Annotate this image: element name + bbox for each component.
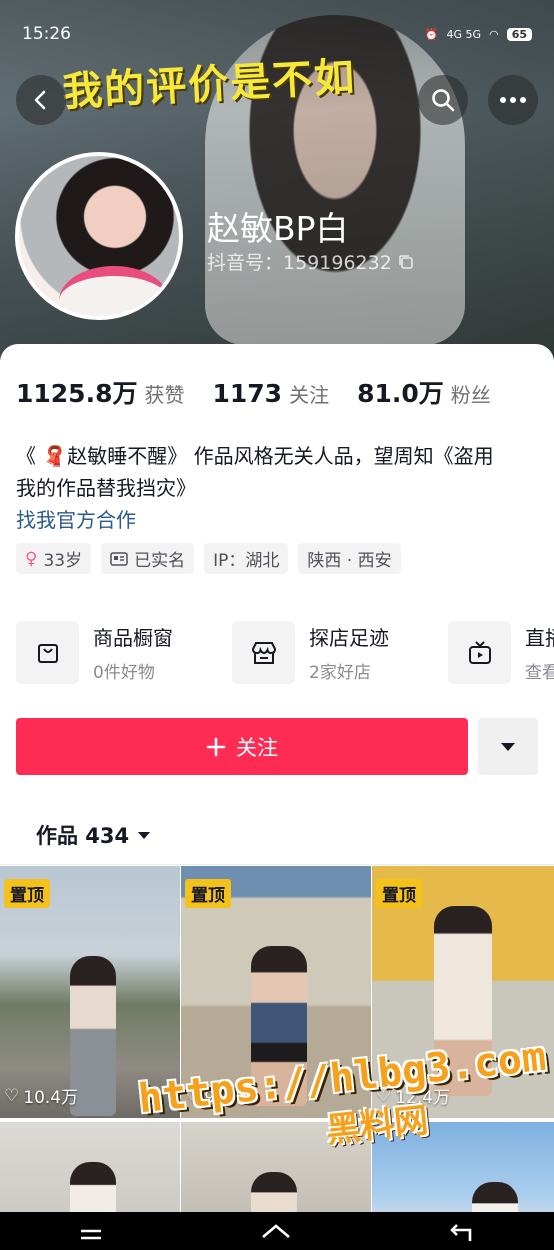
video-tile[interactable]: 置顶 ♡ 9.9万 (181, 866, 371, 1118)
chevron-left-icon (34, 90, 46, 110)
video-likes: ♡ 12.4万 (376, 1085, 451, 1109)
ip-tag: IP：湖北 (204, 543, 289, 574)
douyin-id[interactable]: 抖音号：159196232 (207, 248, 414, 275)
search-button[interactable] (418, 75, 468, 125)
avatar[interactable] (15, 152, 183, 320)
pinned-badge: 置顶 (185, 879, 231, 908)
bag-icon (37, 643, 58, 663)
followers-count[interactable]: 81.0万 (357, 374, 444, 410)
network-indicator: 4G 5G (446, 27, 482, 41)
more-actions-dropdown[interactable] (478, 718, 538, 775)
live-entry[interactable]: 直播查看 (448, 621, 554, 684)
works-tab[interactable]: 作品 434 (36, 820, 151, 850)
bio-text: 《 🧣赵敏睡不醒》 作品风格无关人品，望周知《盗用 我的作品替我挡灾》 (16, 444, 494, 500)
search-icon (432, 89, 455, 112)
copy-icon[interactable] (398, 254, 414, 270)
back-button[interactable] (16, 75, 66, 125)
video-thumbnail (251, 946, 307, 1106)
caret-down-icon (138, 831, 151, 839)
tv-icon (468, 640, 491, 664)
video-tile[interactable]: 置顶 ♡ 12.4万 (372, 866, 554, 1118)
profile-stats: 1125.8万 获赞 1173 关注 81.0万 粉丝 (16, 374, 519, 410)
business-link[interactable]: 找我官方合作 (16, 504, 136, 533)
pinned-badge: 置顶 (376, 879, 422, 908)
shop-window-entry[interactable]: 商品橱窗 0件好物 (16, 621, 216, 684)
status-bar: 15:26 ⏰ 4G 5G ◠ 65 (22, 20, 532, 48)
heart-icon: ♡ (4, 1085, 20, 1106)
video-thumbnail (434, 906, 492, 1096)
menu-icon[interactable] (78, 1221, 104, 1241)
heart-icon: ♡ (185, 1085, 201, 1106)
store-visit-entry[interactable]: 探店足迹 2家好店 (232, 621, 432, 684)
alarm-icon: ⏰ (424, 27, 439, 41)
tab-divider (0, 864, 554, 865)
video-likes: ♡ 9.9万 (185, 1085, 249, 1109)
profile-tags: ♀ 33岁 已实名 IP：湖北 陕西 · 西安 (16, 543, 401, 574)
profile-card: 1125.8万 获赞 1173 关注 81.0万 粉丝 《 🧣赵敏睡不醒》 作品风格无… (0, 344, 554, 1250)
heart-icon: ♡ (376, 1085, 392, 1106)
likes-count[interactable]: 1125.8万 (16, 374, 137, 410)
follow-button[interactable]: 关注 (16, 718, 468, 775)
video-tile[interactable]: 置顶 ♡ 10.4万 (0, 866, 180, 1118)
profile-name: 赵敏BP白 (207, 209, 349, 248)
store-icon (251, 641, 276, 664)
status-time: 15:26 (22, 24, 71, 44)
verified-tag: 已实名 (101, 543, 195, 574)
pinned-badge: 置顶 (4, 879, 50, 908)
service-entries: 商品橱窗0件好物 探店足迹2家好店 直播查看 (16, 621, 554, 684)
following-count[interactable]: 1173 (212, 379, 282, 408)
wifi-icon: ◠ (489, 27, 499, 41)
caret-down-icon (501, 742, 515, 751)
age-tag: ♀ 33岁 (16, 543, 92, 574)
system-navigation-bar (0, 1212, 554, 1250)
id-card-icon (110, 551, 128, 566)
video-likes: ♡ 10.4万 (4, 1085, 79, 1109)
battery-indicator: 65 (506, 27, 532, 41)
location-tag: 陕西 · 西安 (298, 543, 401, 574)
female-icon: ♀ (25, 548, 38, 569)
video-grid: 置顶 ♡ 10.4万 置顶 ♡ 9.9万 置顶 ♡ 12.4万 (0, 866, 554, 1242)
more-dots-icon (500, 97, 526, 103)
more-button[interactable] (488, 75, 538, 125)
back-icon[interactable] (448, 1221, 476, 1241)
plus-icon (206, 737, 226, 756)
home-icon[interactable] (259, 1221, 293, 1241)
